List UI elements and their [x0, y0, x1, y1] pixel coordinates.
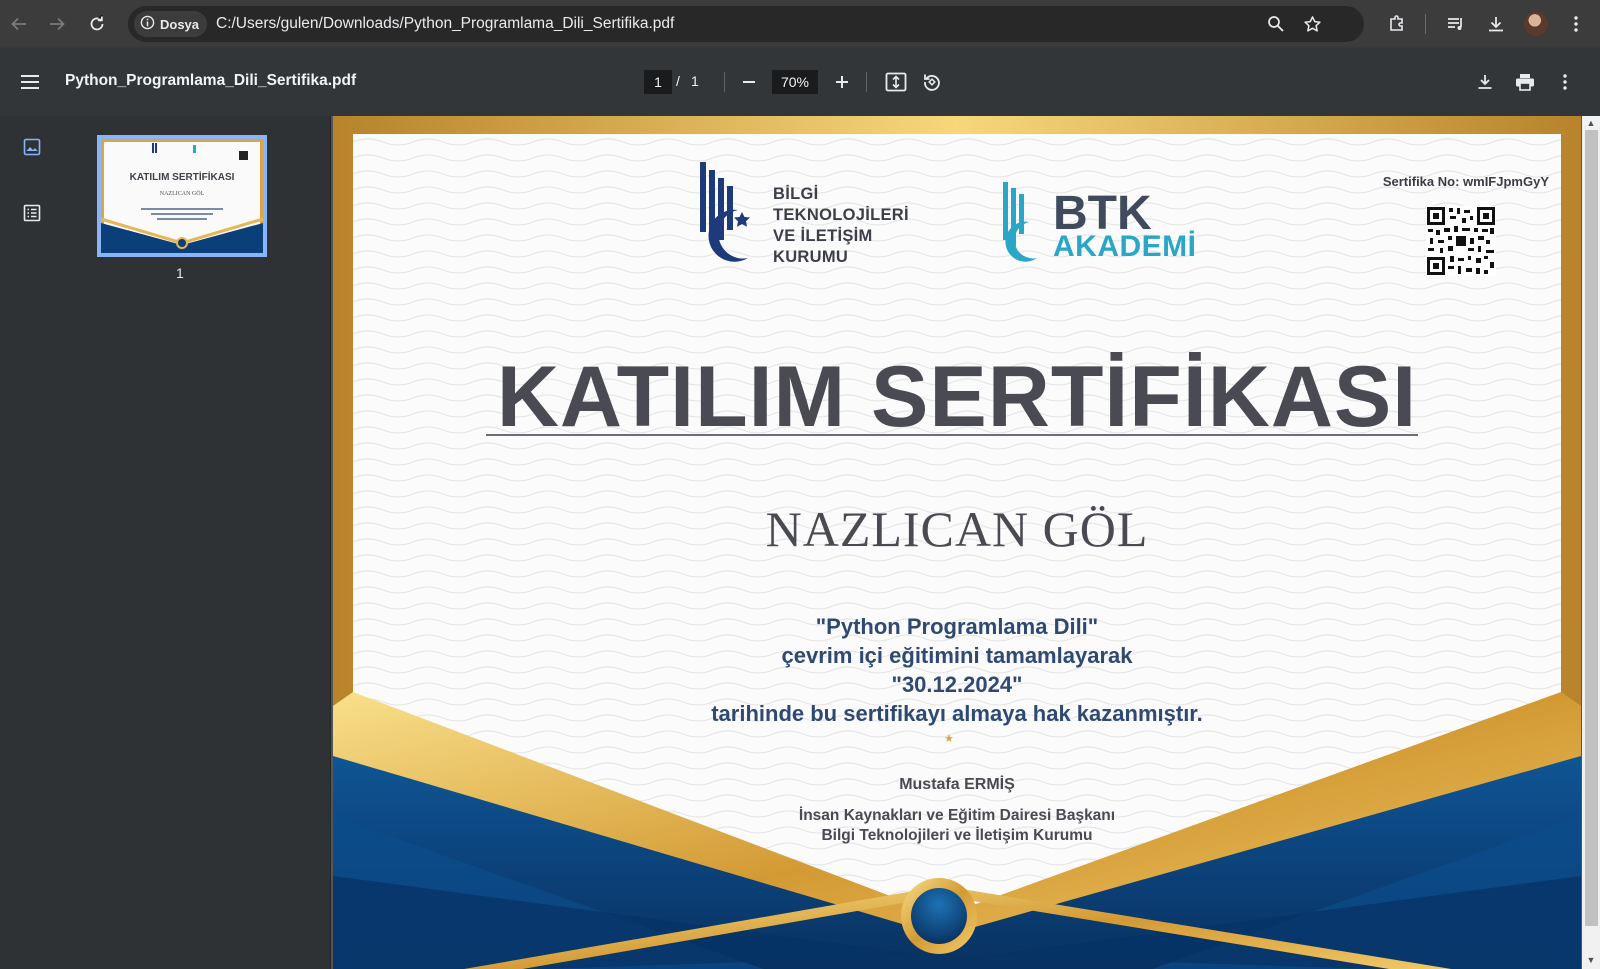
page-thumbnail[interactable]: KATILIM SERTİFİKASI NAZLICAN GÖL	[97, 135, 267, 257]
profile-avatar[interactable]	[1524, 12, 1548, 36]
site-info-chip[interactable]: Dosya	[134, 11, 208, 37]
thumbnail-title: KATILIM SERTİFİKASI	[129, 172, 235, 183]
browser-toolbar: Dosya C:/Users/gulen/Downloads/Python_Pr…	[0, 0, 1600, 48]
pdf-toolbar: Python_Programlama_Dili_Sertifika.pdf / …	[0, 48, 1600, 116]
site-chip-label: Dosya	[160, 16, 200, 32]
fit-page-icon[interactable]	[880, 66, 912, 98]
scroll-down-arrow[interactable]: ▼	[1585, 954, 1597, 966]
zoom-icon[interactable]	[1264, 12, 1288, 36]
thumbnail-name: NAZLICAN GÖL	[159, 191, 205, 197]
star-icon[interactable]	[1300, 12, 1324, 36]
total-pages: 1	[691, 73, 699, 89]
outline-icon[interactable]	[18, 199, 46, 227]
certificate-page: Sertifika No: wmIFJpmGyY BİLGİ TEKNOLOJİ…	[333, 116, 1581, 969]
signer-name: Mustafa ERMİŞ	[899, 776, 1015, 793]
url-text[interactable]: C:/Users/gulen/Downloads/Python_Programl…	[216, 15, 674, 33]
scrollbar-thumb[interactable]	[1585, 130, 1598, 926]
rotate-icon[interactable]	[916, 66, 948, 98]
forward-icon[interactable]	[41, 8, 73, 40]
more-icon[interactable]	[1549, 66, 1581, 98]
download-icon[interactable]	[1482, 10, 1510, 38]
more-icon[interactable]	[1562, 10, 1590, 38]
thumbnail-page-number: 1	[176, 265, 184, 281]
back-icon[interactable]	[3, 8, 35, 40]
signer-title: İnsan Kaynakları ve Eğitim Dairesi Başka…	[798, 807, 1116, 844]
toolbar-divider	[724, 72, 725, 92]
scroll-up-arrow[interactable]: ▲	[1585, 117, 1597, 129]
reload-icon[interactable]	[81, 8, 113, 40]
toolbar-divider	[1425, 14, 1426, 34]
print-icon[interactable]	[1509, 66, 1541, 98]
menu-icon[interactable]	[14, 66, 46, 98]
toolbar-divider	[866, 72, 867, 92]
plus-icon[interactable]	[826, 66, 858, 98]
download-icon[interactable]	[1469, 66, 1501, 98]
minus-icon[interactable]	[733, 66, 765, 98]
page-separator: /	[676, 73, 680, 89]
pdf-file-name: Python_Programlama_Dili_Sertifika.pdf	[65, 72, 357, 89]
zoom-input[interactable]	[772, 70, 818, 94]
page-number-input[interactable]	[644, 70, 672, 94]
signature-block: Mustafa ERMİŞ İnsan Kaynakları ve Eğitim…	[353, 116, 1561, 969]
address-bar[interactable]: Dosya C:/Users/gulen/Downloads/Python_Pr…	[128, 6, 1364, 42]
media-icon[interactable]	[1442, 10, 1470, 38]
extensions-icon[interactable]	[1383, 10, 1411, 38]
thumbnail-icon[interactable]	[18, 133, 46, 161]
pdf-viewer[interactable]: Sertifika No: wmIFJpmGyY BİLGİ TEKNOLOJİ…	[331, 116, 1582, 969]
info-icon	[140, 15, 155, 33]
